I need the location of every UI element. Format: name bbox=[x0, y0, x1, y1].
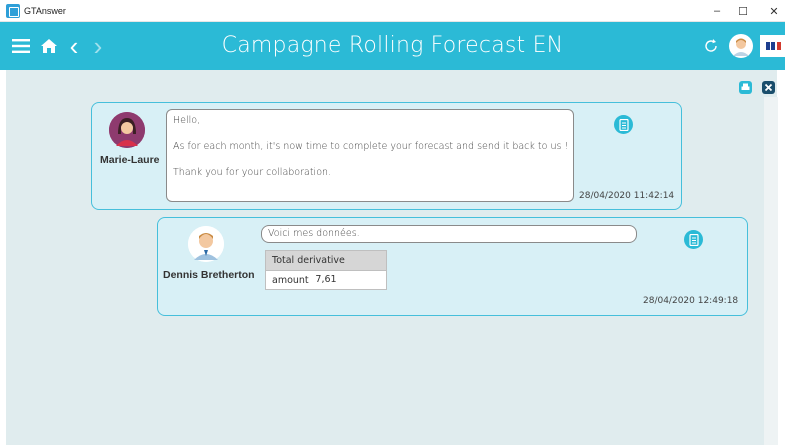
message-author: Dennis Bretherton bbox=[163, 269, 255, 281]
user-avatar[interactable] bbox=[728, 22, 754, 70]
document-icon[interactable] bbox=[684, 230, 703, 249]
message-author: Marie-Laure bbox=[100, 154, 160, 166]
forward-button[interactable]: › bbox=[88, 22, 108, 70]
hamburger-icon[interactable] bbox=[10, 22, 32, 70]
message-bubble: Voici mes données. bbox=[261, 225, 637, 243]
message-card: Marie-Laure Hello, As for each month, it… bbox=[91, 102, 682, 210]
message-timestamp: 28/04/2020 11:42:14 bbox=[579, 191, 675, 201]
document-icon[interactable] bbox=[614, 115, 633, 134]
close-window-button[interactable]: ✕ bbox=[756, 0, 785, 22]
table-header: Total derivative amount bbox=[266, 251, 386, 286]
message-line: Hello, bbox=[173, 115, 201, 126]
app-header: Campagne Rolling Forecast EN ‹ › bbox=[0, 22, 785, 70]
refresh-icon[interactable] bbox=[700, 22, 722, 70]
message-timestamp: 28/04/2020 12:49:18 bbox=[643, 296, 739, 306]
app-name: GTAnswer bbox=[24, 5, 66, 16]
vertical-scrollbar[interactable] bbox=[764, 97, 778, 445]
flag-icon[interactable] bbox=[760, 22, 785, 70]
home-icon[interactable] bbox=[38, 22, 60, 70]
window-titlebar: GTAnswer – ☐ ✕ bbox=[0, 0, 785, 22]
message-line: As for each month, it's now time to comp… bbox=[173, 141, 569, 152]
app-logo-icon bbox=[6, 3, 20, 18]
page-title: Campagne Rolling Forecast EN bbox=[221, 33, 564, 58]
message-bubble: Hello, As for each month, it's now time … bbox=[166, 109, 574, 202]
author-avatar bbox=[188, 226, 224, 262]
message-card: Dennis Bretherton Voici mes données. Tot… bbox=[157, 217, 748, 316]
print-icon[interactable] bbox=[739, 81, 752, 94]
back-button[interactable]: ‹ bbox=[64, 22, 84, 70]
close-panel-icon[interactable] bbox=[762, 81, 775, 94]
data-table: Total derivative amount 7,61 bbox=[265, 250, 387, 290]
message-line: Thank you for your collaboration. bbox=[173, 167, 332, 178]
author-avatar bbox=[109, 112, 145, 148]
message-line: Voici mes données. bbox=[268, 228, 360, 239]
